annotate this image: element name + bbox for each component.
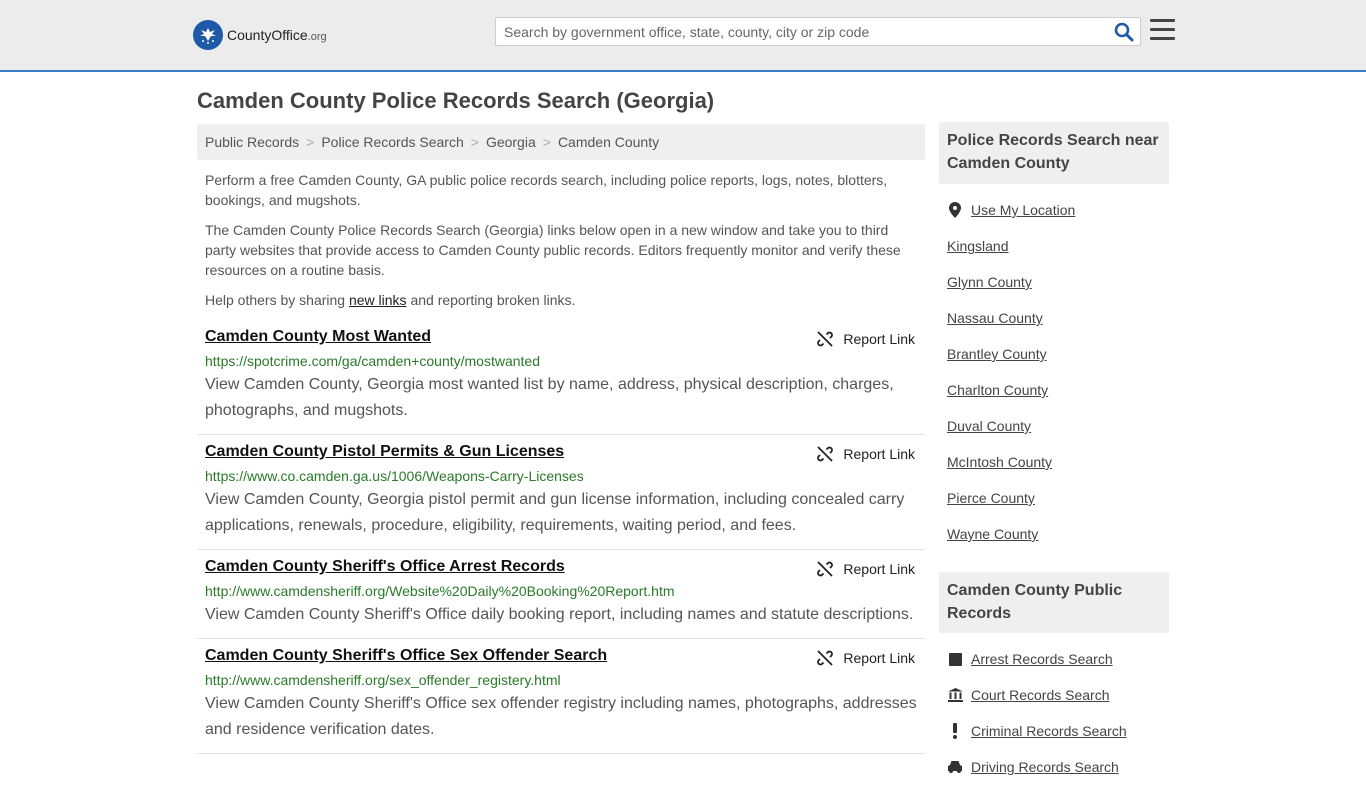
list-item: Nassau County <box>947 310 1075 346</box>
map-pin-icon <box>947 202 963 218</box>
intro-paragraph-3: Help others by sharing new links and rep… <box>205 290 920 310</box>
report-link-button[interactable]: Report Link <box>817 331 915 347</box>
car-icon <box>947 759 963 775</box>
list-item: Duval County <box>947 418 1075 454</box>
nearby-link-kingsland[interactable]: Kingsland <box>947 238 1009 254</box>
arrest-records-link[interactable]: Arrest Records Search <box>971 651 1113 667</box>
result-description: View Camden County Sheriff's Office dail… <box>205 606 914 623</box>
nearby-link-wayne-county[interactable]: Wayne County <box>947 526 1038 542</box>
breadcrumb-police-records-search[interactable]: Police Records Search <box>321 134 463 150</box>
result-url: http://www.camdensheriff.org/Website%20D… <box>205 583 675 599</box>
result-item: Camden County Most Wanted Report Link ht… <box>197 320 925 435</box>
list-item: Driving Records Search <box>947 759 1127 795</box>
search-box <box>495 17 1141 46</box>
result-url: https://www.co.camden.ga.us/1006/Weapons… <box>205 468 584 484</box>
results-list: Camden County Most Wanted Report Link ht… <box>197 320 925 754</box>
use-my-location-link[interactable]: Use My Location <box>971 202 1075 218</box>
search-input[interactable] <box>496 18 1106 45</box>
result-url: https://spotcrime.com/ga/camden+county/m… <box>205 353 540 369</box>
breadcrumb-separator-icon: > <box>542 134 551 150</box>
broken-link-icon <box>817 446 834 462</box>
list-item: Arrest Records Search <box>947 651 1127 687</box>
list-item: Use My Location <box>947 202 1075 238</box>
report-link-label: Report Link <box>843 561 915 577</box>
list-item: Charlton County <box>947 382 1075 418</box>
logo-tld: .org <box>307 31 327 43</box>
list-item: Kingsland <box>947 238 1075 274</box>
result-item: Camden County Sheriff's Office Sex Offen… <box>197 639 925 754</box>
criminal-records-link[interactable]: Criminal Records Search <box>971 723 1127 739</box>
breadcrumb: Public Records > Police Records Search > Geo… <box>197 124 925 160</box>
result-title-link[interactable]: Camden County Sheriff's Office Sex Offen… <box>205 647 607 665</box>
nearby-heading: Police Records Search near Camden County <box>939 122 1169 184</box>
list-item: McIntosh County <box>947 454 1075 490</box>
exclamation-icon <box>947 723 963 739</box>
result-title-link[interactable]: Camden County Pistol Permits & Gun Licen… <box>205 443 564 461</box>
nearby-link-glynn-county[interactable]: Glynn County <box>947 274 1032 290</box>
result-url: http://www.camdensheriff.org/sex_offende… <box>205 672 561 688</box>
court-records-link[interactable]: Court Records Search <box>971 687 1110 703</box>
search-icon[interactable] <box>1114 22 1134 42</box>
list-item: Criminal Records Search <box>947 723 1127 759</box>
list-item: Pierce County <box>947 490 1075 526</box>
list-item: Brantley County <box>947 346 1075 382</box>
result-title-link[interactable]: Camden County Sheriff's Office Arrest Re… <box>205 558 565 576</box>
nearby-link-duval-county[interactable]: Duval County <box>947 418 1031 434</box>
public-records-list: Arrest Records Search Court Records Sear… <box>947 651 1127 795</box>
public-records-heading: Camden County Public Records <box>939 572 1169 633</box>
list-item: Wayne County <box>947 526 1075 562</box>
broken-link-icon <box>817 561 834 577</box>
report-link-button[interactable]: Report Link <box>817 650 915 666</box>
breadcrumb-separator-icon: > <box>470 134 479 150</box>
square-icon <box>947 651 963 667</box>
result-description: View Camden County, Georgia pistol permi… <box>205 491 905 534</box>
report-link-label: Report Link <box>843 650 915 666</box>
eagle-seal-icon <box>193 20 223 50</box>
site-logo[interactable]: CountyOffice.org <box>193 20 327 50</box>
nearby-list: Use My Location Kingsland Glynn County N… <box>947 202 1075 562</box>
breadcrumb-camden-county[interactable]: Camden County <box>558 134 659 150</box>
nearby-link-charlton-county[interactable]: Charlton County <box>947 382 1048 398</box>
new-links-link[interactable]: new links <box>349 292 407 308</box>
intro-report-text: and reporting broken links. <box>406 292 576 308</box>
report-link-label: Report Link <box>843 331 915 347</box>
breadcrumb-public-records[interactable]: Public Records <box>205 134 299 150</box>
broken-link-icon <box>817 331 834 347</box>
nearby-link-brantley-county[interactable]: Brantley County <box>947 346 1047 362</box>
result-title-link[interactable]: Camden County Most Wanted <box>205 328 431 346</box>
intro-paragraph-1: Perform a free Camden County, GA public … <box>205 172 888 208</box>
breadcrumb-georgia[interactable]: Georgia <box>486 134 536 150</box>
result-item: Camden County Pistol Permits & Gun Licen… <box>197 435 925 550</box>
intro-share-text: Help others by sharing <box>205 292 349 308</box>
page-title: Camden County Police Records Search (Geo… <box>197 88 715 113</box>
report-link-button[interactable]: Report Link <box>817 561 915 577</box>
nearby-link-nassau-county[interactable]: Nassau County <box>947 310 1043 326</box>
report-link-button[interactable]: Report Link <box>817 446 915 462</box>
result-item: Camden County Sheriff's Office Arrest Re… <box>197 550 925 639</box>
result-description: View Camden County, Georgia most wanted … <box>205 376 894 419</box>
courthouse-icon <box>947 687 963 703</box>
nearby-link-pierce-county[interactable]: Pierce County <box>947 490 1035 506</box>
logo-text: CountyOffice.org <box>227 27 327 43</box>
hamburger-menu-icon[interactable] <box>1150 19 1175 43</box>
breadcrumb-separator-icon: > <box>306 134 315 150</box>
driving-records-link[interactable]: Driving Records Search <box>971 759 1119 775</box>
logo-name: CountyOffice <box>227 27 308 43</box>
report-link-label: Report Link <box>843 446 915 462</box>
result-description: View Camden County Sheriff's Office sex … <box>205 695 917 738</box>
broken-link-icon <box>817 650 834 666</box>
intro-paragraph-2: The Camden County Police Records Search … <box>205 222 901 278</box>
list-item: Court Records Search <box>947 687 1127 723</box>
top-bar: CountyOffice.org <box>0 0 1366 72</box>
list-item: Glynn County <box>947 274 1075 310</box>
nearby-link-mcintosh-county[interactable]: McIntosh County <box>947 454 1052 470</box>
